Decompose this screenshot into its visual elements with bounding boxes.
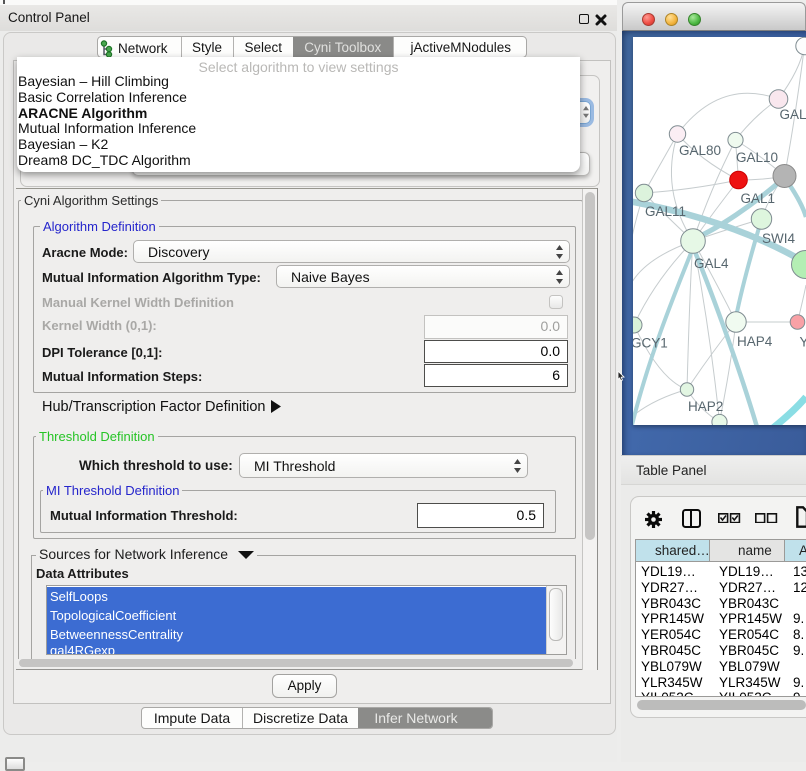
svg-text:GAL10: GAL10 xyxy=(736,150,778,165)
svg-text:GAL4: GAL4 xyxy=(694,256,729,271)
svg-text:GCY1: GCY1 xyxy=(633,336,668,351)
svg-text:HAP2: HAP2 xyxy=(688,399,723,414)
svg-text:GAL11: GAL11 xyxy=(645,204,686,219)
svg-text:SWI4: SWI4 xyxy=(762,231,795,246)
svg-text:HAP4: HAP4 xyxy=(737,334,773,349)
svg-text:GAL1: GAL1 xyxy=(741,191,776,206)
svg-text:YEL: YEL xyxy=(800,335,806,350)
svg-text:GAL80: GAL80 xyxy=(679,143,721,158)
svg-text:GAL2: GAL2 xyxy=(780,107,806,122)
